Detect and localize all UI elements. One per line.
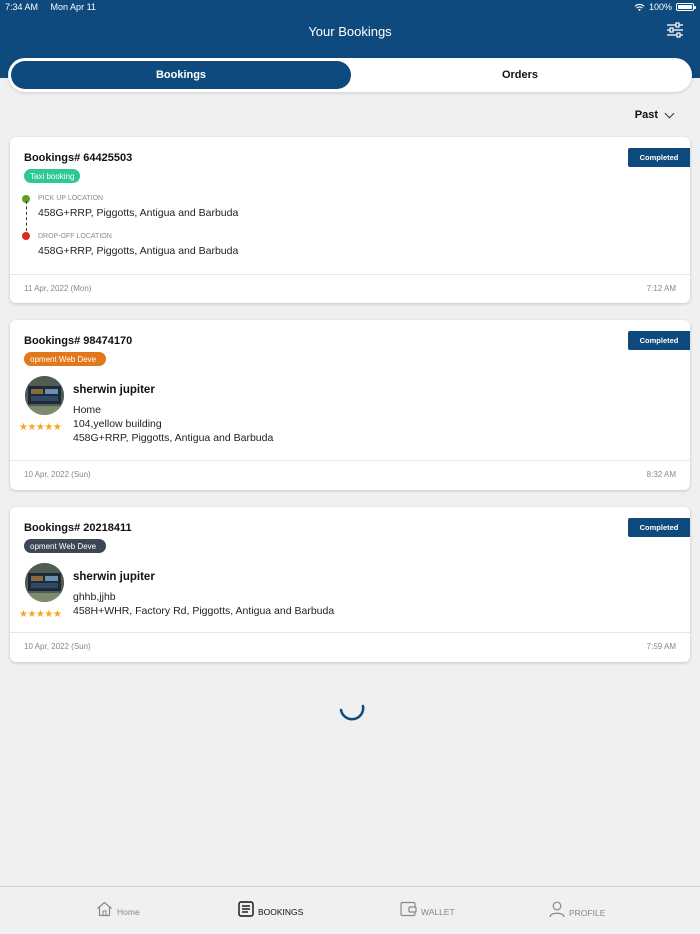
- avatar-image: [25, 563, 64, 602]
- service-tag: opment Web Deve: [24, 539, 106, 553]
- nav-bookings[interactable]: BOOKINGS: [238, 901, 303, 917]
- nav-wallet-label: WALLET: [421, 907, 455, 917]
- bottom-nav-bar: Home BOOKINGS WALLET PROFILE: [0, 886, 700, 934]
- list-icon: [238, 901, 254, 917]
- booking-number: Bookings# 98474170: [24, 335, 133, 347]
- status-bar-right: 100%: [634, 2, 696, 12]
- status-badge: Completed: [628, 148, 690, 167]
- pickup-address: 458G+RRP, Piggotts, Antigua and Barbuda: [38, 207, 239, 219]
- nav-profile-label: PROFILE: [569, 908, 606, 918]
- tab-bookings[interactable]: Bookings: [11, 61, 351, 89]
- home-icon: [97, 901, 112, 917]
- address-line: 458G+RRP, Piggotts, Antigua and Barbuda: [73, 432, 274, 444]
- service-tag: opment Web Deve: [24, 352, 106, 366]
- nav-profile[interactable]: PROFILE: [549, 901, 605, 918]
- booking-number: Bookings# 64425503: [24, 152, 133, 164]
- route-line: [26, 201, 27, 231]
- booking-date: 11 Apr, 2022 (Mon): [24, 284, 92, 293]
- status-badge: Completed: [628, 518, 690, 537]
- time-filter-value: Past: [634, 109, 658, 121]
- avatar-image: [25, 376, 64, 415]
- card-divider: [10, 460, 690, 461]
- dropoff-dot-icon: [22, 232, 30, 240]
- time-filter-dropdown[interactable]: Past: [634, 108, 675, 121]
- address-line: 458H+WHR, Factory Rd, Piggotts, Antigua …: [73, 605, 335, 617]
- person-icon: [549, 901, 565, 918]
- status-date: Mon Apr 11: [50, 2, 96, 12]
- provider-name: sherwin jupiter: [73, 571, 155, 583]
- loading-spinner-icon: [339, 704, 365, 721]
- status-bar-left: 7:34 AM Mon Apr 11: [5, 2, 106, 12]
- booking-time: 8:32 AM: [646, 470, 676, 479]
- booking-card[interactable]: Bookings# 20218411 Completed opment Web …: [10, 507, 690, 662]
- rating-stars: ★★★★★: [19, 609, 62, 620]
- provider-avatar: [25, 376, 64, 415]
- dropoff-label: DROP-OFF LOCATION: [38, 233, 112, 240]
- booking-number: Bookings# 20218411: [24, 522, 132, 534]
- segment-control: Bookings Orders: [8, 58, 692, 92]
- provider-name: sherwin jupiter: [73, 384, 155, 396]
- status-time: 7:34 AM: [5, 2, 39, 12]
- wallet-icon: [400, 901, 417, 917]
- booking-time: 7:59 AM: [646, 642, 676, 651]
- page-title: Your Bookings: [308, 24, 392, 39]
- dropoff-address: 458G+RRP, Piggotts, Antigua and Barbuda: [38, 245, 239, 257]
- nav-bookings-label: BOOKINGS: [258, 907, 304, 917]
- status-badge: Completed: [628, 331, 690, 350]
- booking-card[interactable]: Bookings# 98474170 Completed opment Web …: [10, 320, 690, 490]
- rating-stars: ★★★★★: [19, 422, 62, 433]
- nav-wallet[interactable]: WALLET: [400, 901, 455, 917]
- chevron-down-icon: [664, 108, 675, 118]
- nav-home-label: Home: [117, 907, 140, 917]
- pickup-label: PICK UP LOCATION: [38, 195, 104, 202]
- provider-avatar: [25, 563, 64, 602]
- card-divider: [10, 632, 690, 633]
- nav-home[interactable]: Home: [96, 901, 140, 917]
- booking-date: 10 Apr, 2022 (Sun): [24, 642, 91, 651]
- battery-percent: 100%: [648, 2, 672, 12]
- battery-icon: [676, 3, 696, 11]
- address-line: ghhb,jjhb: [73, 591, 116, 603]
- wifi-icon: [634, 3, 645, 11]
- filter-sliders-icon[interactable]: [666, 22, 684, 38]
- address-line: 104,yellow building: [73, 418, 162, 430]
- booking-time: 7:12 AM: [646, 284, 676, 293]
- address-line: Home: [73, 404, 102, 416]
- service-tag: Taxi booking: [24, 169, 81, 183]
- card-divider: [10, 274, 690, 275]
- tab-orders[interactable]: Orders: [351, 61, 689, 89]
- booking-card[interactable]: Bookings# 64425503 Completed Taxi bookin…: [10, 137, 690, 303]
- booking-date: 10 Apr, 2022 (Sun): [24, 470, 91, 479]
